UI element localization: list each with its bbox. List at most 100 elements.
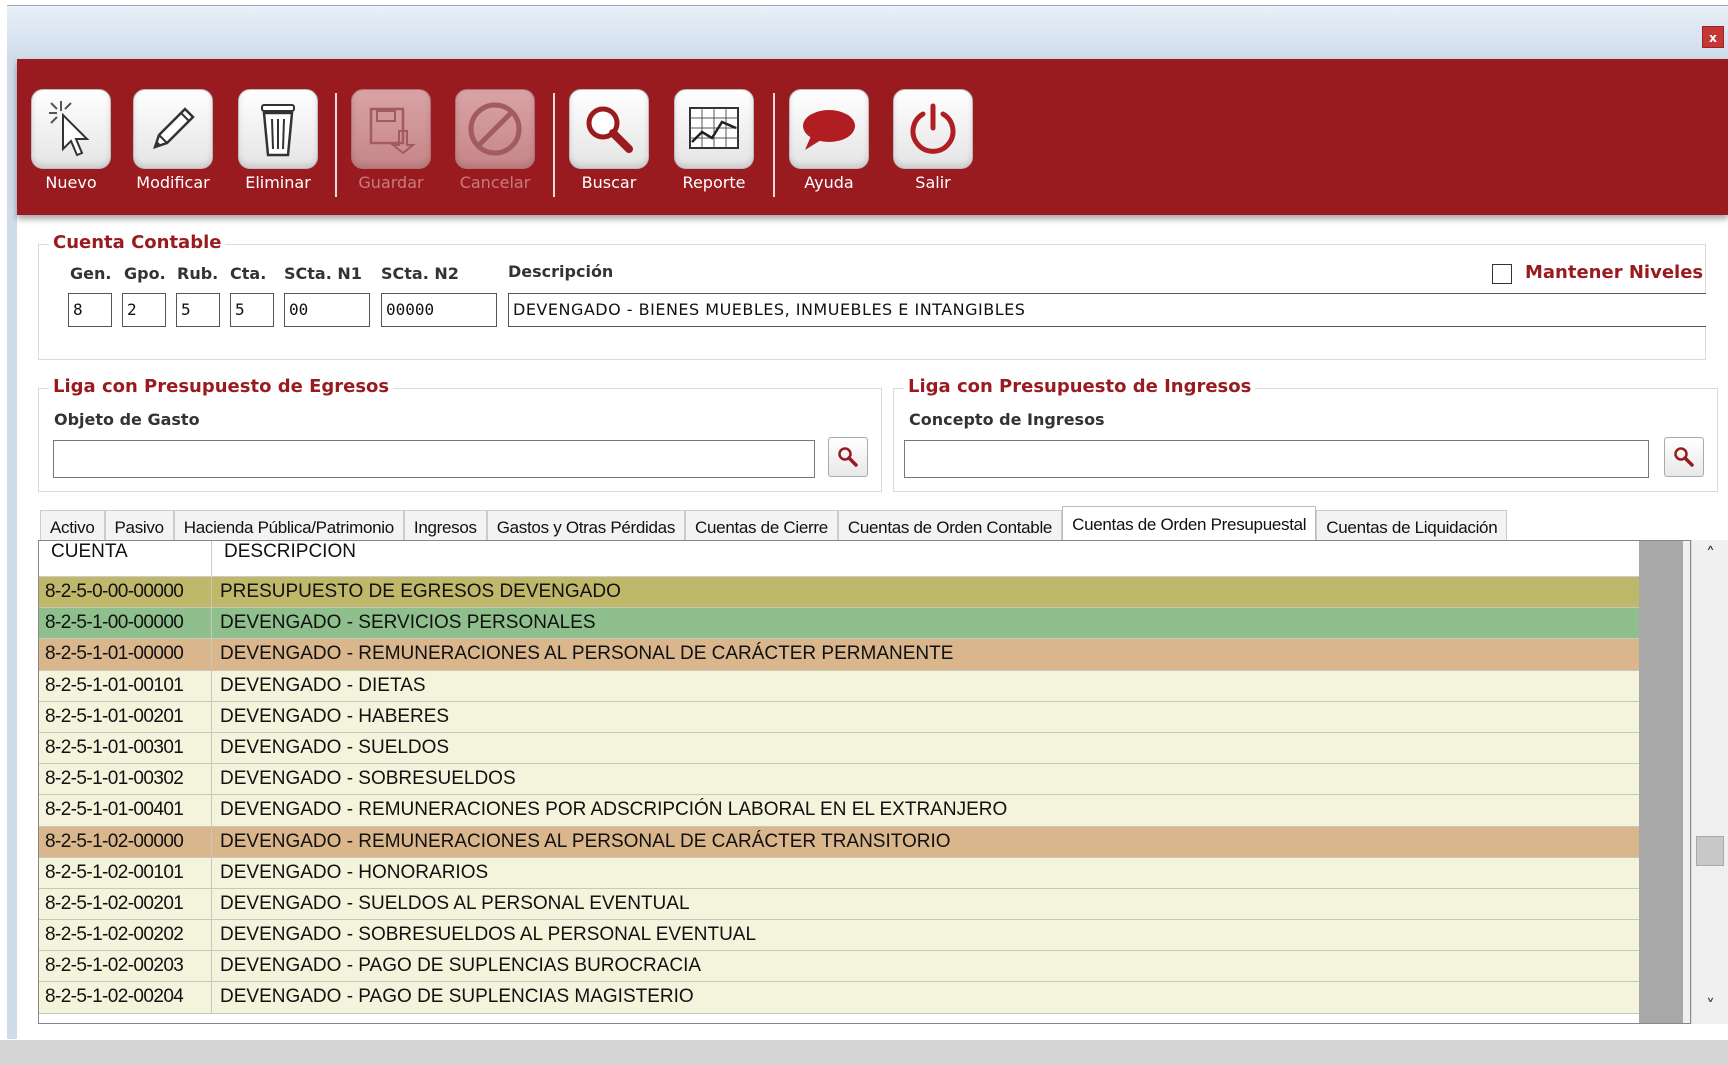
concepto-ingresos-search-button[interactable] (1664, 437, 1704, 477)
nuevo-button[interactable]: Nuevo (29, 89, 113, 229)
gen-label: Gen. (70, 264, 112, 283)
ingresos-title: Liga con Presupuesto de Ingresos (904, 376, 1256, 397)
reporte-button[interactable]: Reporte (672, 89, 756, 229)
cuenta-cell[interactable]: 8-2-5-1-02-00000 (39, 826, 212, 857)
concepto-ingresos-field[interactable] (904, 440, 1649, 478)
cuenta-cell[interactable]: 8-2-5-1-01-00302 (39, 764, 212, 795)
tab-orden-presupuestal[interactable]: Cuentas de Orden Presupuestal (1062, 506, 1317, 544)
title-bar: x (7, 5, 1728, 59)
table-row[interactable]: 8-2-5-1-02-00000 DEVENGADO - REMUNERACION… (39, 826, 1639, 858)
cancelar-button[interactable]: Cancelar (453, 89, 537, 229)
modificar-label: Modificar (136, 173, 210, 192)
cuenta-cell[interactable]: 8-2-5-1-01-00101 (39, 670, 212, 701)
objeto-gasto-search-button[interactable] (828, 437, 868, 477)
ayuda-label: Ayuda (804, 173, 854, 192)
table-row[interactable]: 8-2-5-1-00-00000 DEVENGADO - SERVICIOS PE… (39, 608, 1639, 640)
cuenta-cell[interactable]: 8-2-5-1-02-00101 (39, 857, 212, 888)
table-row[interactable]: 8-2-5-1-02-00202 DEVENGADO - SOBRESUELDOS… (39, 920, 1639, 952)
descripcion-cell[interactable]: DEVENGADO - SERVICIOS PERSONALES (212, 608, 1639, 638)
tab-pasivo[interactable]: Pasivo (104, 510, 174, 544)
cursor-click-icon (31, 89, 111, 169)
status-bar (0, 1040, 1728, 1065)
scta-n2-label: SCta. N2 (381, 264, 459, 283)
table-row[interactable]: 8-2-5-1-01-00000 DEVENGADO - REMUNERACION… (39, 639, 1639, 671)
tab-cuentas-liquidacion[interactable]: Cuentas de Liquidación (1316, 510, 1508, 544)
mantener-niveles-label[interactable]: Mantener Niveles (1521, 262, 1707, 283)
tab-hacienda-publica[interactable]: Hacienda Pública/Patrimonio (173, 510, 404, 544)
descripcion-cell[interactable]: DEVENGADO - PAGO DE SUPLENCIAS MAGISTERI… (212, 982, 1639, 1012)
descripcion-cell[interactable]: DEVENGADO - SOBRESUELDOS AL PERSONAL EVE… (212, 920, 1639, 950)
cuenta-cell[interactable]: 8-2-5-1-02-00204 (39, 982, 212, 1013)
table-row[interactable]: 8-2-5-1-02-00201 DEVENGADO - SUELDOS AL P… (39, 888, 1639, 921)
cuenta-cell[interactable]: 8-2-5-1-01-00201 (39, 701, 212, 732)
tab-ingresos[interactable]: Ingresos (403, 510, 487, 544)
descripcion-field[interactable]: DEVENGADO - BIENES MUEBLES, INMUEBLES E … (508, 293, 1706, 327)
scrollbar-thumb[interactable] (1696, 836, 1724, 866)
scroll-down-arrow[interactable]: ˅ (1692, 996, 1728, 1020)
descripcion-cell[interactable]: DEVENGADO - REMUNERACIONES POR ADSCRIPCI… (212, 795, 1639, 825)
cuenta-cell[interactable]: 8-2-5-1-01-00000 (39, 639, 212, 670)
guardar-label: Guardar (358, 173, 424, 192)
cuenta-cell[interactable]: 8-2-5-1-02-00201 (39, 888, 212, 920)
cuenta-cell[interactable]: 8-2-5-1-01-00401 (39, 795, 212, 826)
column-header-descripcion[interactable]: DESCRIPCION (212, 541, 1639, 577)
column-header-cuenta[interactable]: CUENTA (39, 541, 212, 577)
cuenta-cell[interactable]: 8-2-5-0-00-00000 (39, 577, 212, 608)
salir-button[interactable]: Salir (891, 89, 975, 229)
tab-orden-contable[interactable]: Cuentas de Orden Contable (837, 510, 1063, 544)
mantener-niveles-checkbox[interactable] (1492, 264, 1512, 284)
table-row[interactable]: 8-2-5-1-02-00101 DEVENGADO - HONORARIOS (39, 857, 1639, 889)
gpo-field[interactable]: 2 (122, 293, 166, 327)
descripcion-cell[interactable]: DEVENGADO - HONORARIOS (212, 858, 1639, 888)
table-row[interactable]: 8-2-5-1-01-00302 DEVENGADO - SOBRESUELDOS (39, 764, 1639, 796)
gen-field[interactable]: 8 (68, 293, 112, 327)
eliminar-button[interactable]: Eliminar (236, 89, 320, 229)
table-row[interactable]: 8-2-5-1-01-00201 DEVENGADO - HABERES (39, 701, 1639, 733)
scroll-up-arrow[interactable]: ˄ (1692, 544, 1728, 568)
cuenta-cell[interactable]: 8-2-5-1-01-00301 (39, 732, 212, 764)
table-row[interactable]: 8-2-5-1-01-00101 DEVENGADO - DIETAS (39, 670, 1639, 702)
descripcion-cell[interactable]: DEVENGADO - REMUNERACIONES AL PERSONAL D… (212, 827, 1639, 857)
egresos-title: Liga con Presupuesto de Egresos (49, 376, 394, 397)
nuevo-label: Nuevo (45, 173, 97, 192)
buscar-label: Buscar (581, 173, 637, 192)
cuenta-cell[interactable]: 8-2-5-1-00-00000 (39, 608, 212, 639)
table-row[interactable]: 8-2-5-1-01-00301 DEVENGADO - SUELDOS (39, 732, 1639, 765)
descripcion-cell[interactable]: DEVENGADO - PAGO DE SUPLENCIAS BUROCRACI… (212, 951, 1639, 981)
vertical-scrollbar[interactable]: ˄ ˅ (1691, 540, 1728, 1024)
tab-cuentas-cierre[interactable]: Cuentas de Cierre (685, 510, 838, 544)
search-icon (1674, 447, 1694, 467)
descripcion-cell[interactable]: DEVENGADO - SOBRESUELDOS (212, 764, 1639, 794)
descripcion-cell[interactable]: PRESUPUESTO DE EGRESOS DEVENGADO (212, 577, 1639, 607)
guardar-button[interactable]: Guardar (349, 89, 433, 229)
trash-icon (238, 89, 318, 169)
grid-row-area-gutter (1639, 541, 1690, 1023)
scta-n1-field[interactable]: 00 (284, 293, 370, 327)
toolbar-separator (773, 93, 775, 197)
rub-field[interactable]: 5 (176, 293, 220, 327)
accounts-grid: CUENTA DESCRIPCION 8-2-5-0-00-00000 PRESU… (38, 540, 1691, 1024)
descripcion-cell[interactable]: DEVENGADO - SUELDOS AL PERSONAL EVENTUAL (212, 889, 1639, 919)
descripcion-cell[interactable]: DEVENGADO - SUELDOS (212, 733, 1639, 763)
table-row[interactable]: 8-2-5-0-00-00000 PRESUPUESTO DE EGRESOS D… (39, 577, 1639, 609)
objeto-gasto-field[interactable] (53, 440, 815, 478)
cuenta-cell[interactable]: 8-2-5-1-02-00203 (39, 951, 212, 982)
tab-activo[interactable]: Activo (40, 510, 105, 544)
table-row[interactable]: 8-2-5-1-02-00204 DEVENGADO - PAGO DE SUPL… (39, 982, 1639, 1014)
tab-gastos[interactable]: Gastos y Otras Pérdidas (486, 510, 686, 544)
buscar-button[interactable]: Buscar (567, 89, 651, 229)
close-button[interactable]: x (1702, 26, 1724, 48)
account-tabs: Activo Pasivo Hacienda Pública/Patrimoni… (40, 506, 1508, 544)
cta-field[interactable]: 5 (230, 293, 274, 327)
table-row[interactable]: 8-2-5-1-02-00203 DEVENGADO - PAGO DE SUPL… (39, 951, 1639, 983)
speech-bubble-icon (789, 89, 869, 169)
cancelar-label: Cancelar (459, 173, 531, 192)
ayuda-button[interactable]: Ayuda (787, 89, 871, 229)
modificar-button[interactable]: Modificar (131, 89, 215, 229)
cuenta-cell[interactable]: 8-2-5-1-02-00202 (39, 920, 212, 951)
descripcion-cell[interactable]: DEVENGADO - HABERES (212, 702, 1639, 732)
scta-n2-field[interactable]: 00000 (381, 293, 497, 327)
table-row[interactable]: 8-2-5-1-01-00401 DEVENGADO - REMUNERACION… (39, 795, 1639, 827)
descripcion-cell[interactable]: DEVENGADO - REMUNERACIONES AL PERSONAL D… (212, 639, 1639, 669)
descripcion-cell[interactable]: DEVENGADO - DIETAS (212, 671, 1639, 701)
